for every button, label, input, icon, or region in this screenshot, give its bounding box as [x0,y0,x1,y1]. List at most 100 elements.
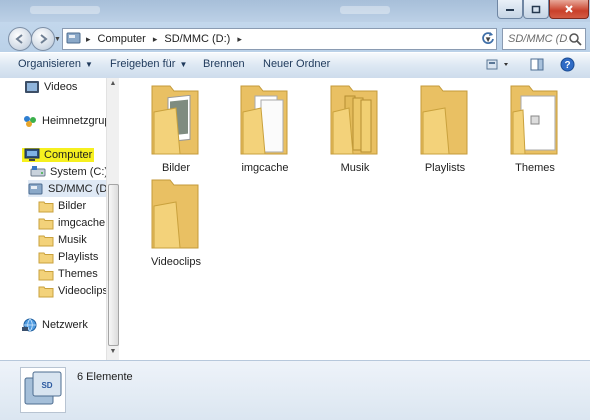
organize-menu[interactable]: Organisieren ▼ [18,58,93,70]
sidebar-item-label: SD/MMC (D:) [48,182,107,195]
folder-item-videoclips[interactable]: Videoclips [135,176,217,268]
folder-icon [420,85,468,155]
sidebar-item-videoclips[interactable]: Videoclips [38,282,107,299]
chevron-down-icon: ▼ [84,60,93,69]
minimize-button[interactable] [497,0,523,19]
folder-icon [38,252,54,263]
file-name: Themes [515,162,555,174]
refresh-button[interactable] [478,28,498,48]
command-bar: Organisieren ▼ Freigeben für ▼ Brennen Neu… [0,52,590,79]
sidebar-item-bilder[interactable]: Bilder [38,197,86,214]
file-name: Videoclips [151,256,201,268]
burn-label: Brennen [203,58,245,70]
sidebar-item-label: Playlists [58,250,99,263]
sidebar-item-label: Bilder [58,199,87,212]
view-options-button[interactable] [486,58,512,75]
search-input[interactable]: SD/MMC (D:) d... [503,33,568,45]
drive-icon [30,165,46,176]
share-menu[interactable]: Freigeben für ▼ [110,58,187,70]
forward-button[interactable] [31,27,55,51]
folder-with-documents-icon [330,85,378,155]
sidebar-item-label: System (C:) [50,165,107,178]
search-icon[interactable] [568,32,582,46]
sidebar-item-imgcache[interactable]: imgcache [38,214,105,231]
svg-text:SD: SD [41,381,52,390]
address-bar[interactable]: ▸ Computer ▸ SD/MMC (D:) ▸ ▼ [62,28,497,50]
help-button[interactable]: ? [560,57,575,75]
sidebar-item-label: Computer [44,148,93,161]
file-name: Bilder [161,162,191,174]
folder-icon [38,235,54,246]
sidebar-item-sd-mmc[interactable]: SD/MMC (D:) [28,180,106,197]
sidebar-item-label: Heimnetzgrupp [42,114,106,127]
folder-item-playlists[interactable]: Playlists [404,82,486,174]
folder-icon [38,201,54,212]
explorer-window: ▼ ▸ Computer ▸ SD/MMC (D:) ▸ ▼ SD/MMC (D… [0,0,590,420]
folder-icon [38,286,54,297]
folder-icon [38,269,54,280]
sidebar-item-homegroup[interactable]: Heimnetzgrupp [22,112,106,129]
scroll-up-icon[interactable]: ▲ [109,80,117,90]
sd-card-icon [28,183,43,194]
sd-card-icon [66,31,82,48]
navigation-bar: ▼ ▸ Computer ▸ SD/MMC (D:) ▸ ▼ SD/MMC (D… [0,24,590,52]
title-bar[interactable] [0,0,590,22]
sidebar-item-videos[interactable]: Videos [24,78,77,95]
sidebar-item-netzwerk[interactable]: Netzwerk [22,316,88,333]
breadcrumb-computer[interactable]: Computer [95,29,149,49]
back-arrow-icon [15,34,23,44]
breadcrumb-sd-mmc[interactable]: SD/MMC (D:) [161,29,233,49]
search-box[interactable]: SD/MMC (D:) d... [502,28,586,50]
sidebar-item-themes[interactable]: Themes [38,265,98,282]
preview-pane-icon [530,58,544,71]
minimize-icon [506,9,514,11]
sidebar-item-label: Videos [44,80,78,93]
preview-pane-button[interactable] [530,58,544,75]
recent-pages-icon[interactable]: ▼ [54,36,61,43]
navigation-pane: Videos Heimnetzgrupp Computer System (C:… [0,78,107,360]
sidebar-item-label: Netzwerk [42,318,88,331]
details-pane: SD 6 Elemente [0,360,590,420]
navigation-scrollbar[interactable]: ▲ ▼ [106,78,119,360]
file-name: Playlists [424,162,466,174]
new-folder-button[interactable]: Neuer Ordner [263,58,330,70]
breadcrumb-separator-icon[interactable]: ▸ [233,34,246,45]
scrollbar-thumb[interactable] [108,184,119,346]
folder-icon [151,179,199,249]
view-options-icon [486,59,508,70]
maximize-button[interactable] [523,0,549,19]
sidebar-item-musik[interactable]: Musik [38,231,87,248]
folder-item-imgcache[interactable]: imgcache [224,82,306,174]
sidebar-item-label: Videoclips [58,284,107,297]
folder-item-bilder[interactable]: Bilder [135,82,217,174]
svg-text:?: ? [564,60,570,71]
close-icon [565,5,573,13]
new-folder-label: Neuer Ordner [263,58,331,70]
sidebar-item-playlists[interactable]: Playlists [38,248,98,265]
homegroup-icon [24,115,36,127]
back-button[interactable] [8,27,32,51]
details-thumbnail: SD [20,367,66,413]
sidebar-item-system-c[interactable]: System (C:) [30,163,107,180]
breadcrumb-separator-icon[interactable]: ▸ [82,34,95,45]
folder-item-musik[interactable]: Musik [314,82,396,174]
file-name: imgcache [241,162,289,174]
close-button[interactable] [549,0,589,19]
scroll-down-icon[interactable]: ▼ [109,348,117,358]
item-count: 6 Elemente [77,371,133,383]
breadcrumb-separator-icon[interactable]: ▸ [149,34,162,45]
folder-with-documents-icon [240,85,288,155]
forward-arrow-icon [40,34,48,44]
folder-icon [38,218,54,229]
sidebar-item-label: imgcache [58,216,106,229]
folder-item-themes[interactable]: Themes [494,82,576,174]
refresh-icon [482,32,494,44]
help-icon: ? [560,57,575,72]
file-view: Bilder imgcache Musik Playlists Themes V… [119,78,590,360]
sidebar-item-computer[interactable]: Computer [22,146,95,163]
burn-button[interactable]: Brennen [203,58,245,70]
chevron-down-icon: ▼ [179,60,188,69]
folder-with-document-icon [510,85,558,155]
sidebar-item-label: Musik [58,233,87,246]
sidebar-item-label: Themes [58,267,98,280]
